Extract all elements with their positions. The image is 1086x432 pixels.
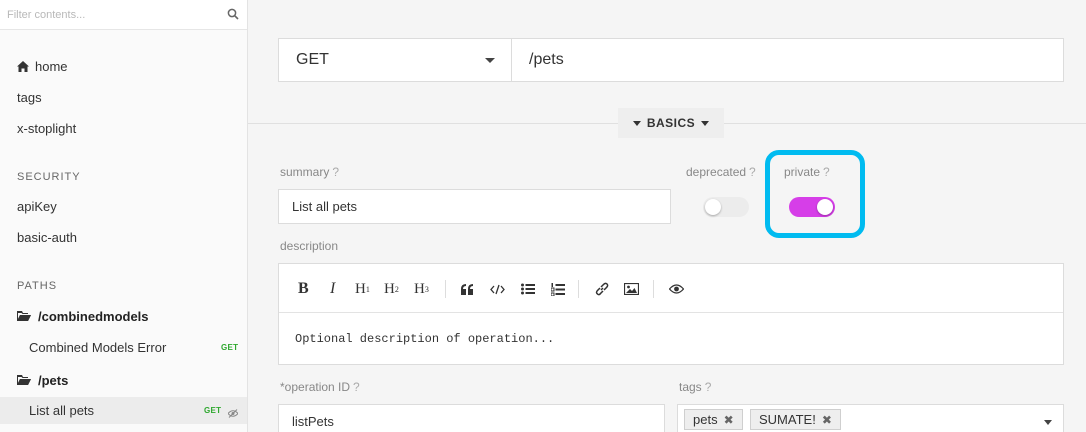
security-item-apikey[interactable]: apiKey: [17, 199, 57, 214]
description-textarea[interactable]: Optional description of operation...: [295, 332, 554, 346]
nav-tags-label: tags: [17, 90, 42, 105]
method-select[interactable]: GET: [279, 39, 512, 81]
heading2-sub: 2: [394, 284, 399, 294]
nav-home-label: home: [35, 59, 68, 74]
help-icon[interactable]: ?: [332, 165, 339, 179]
deprecated-toggle[interactable]: [703, 197, 749, 217]
highlight-annotation: [765, 150, 865, 238]
heading3-sub: 3: [424, 284, 429, 294]
path-group-pets[interactable]: /pets: [17, 373, 68, 388]
description-label: description: [280, 239, 339, 253]
nav-tags[interactable]: tags: [17, 90, 42, 105]
path-group-label: /pets: [38, 373, 69, 388]
method-badge: GET: [221, 343, 239, 352]
tag-chip: SUMATE! ✖: [750, 409, 841, 430]
filter-input[interactable]: [0, 0, 220, 29]
heading3-button[interactable]: H3: [414, 280, 429, 298]
heading1-label: H: [355, 280, 366, 297]
operation-id-input[interactable]: listPets: [278, 404, 665, 432]
summary-label-text: summary: [280, 165, 330, 179]
operation-id-value: listPets: [292, 413, 334, 429]
numbered-list-icon: [551, 282, 565, 296]
operation-list-all-pets[interactable]: List all pets GET: [0, 397, 247, 424]
folder-open-icon: [17, 375, 31, 386]
link-button[interactable]: [595, 280, 609, 298]
basics-section-toggle[interactable]: BASICS: [618, 108, 724, 138]
tag-label: SUMATE!: [759, 412, 816, 427]
tag-chip: pets ✖: [684, 409, 743, 430]
operation-combined-models-error[interactable]: Combined Models Error GET: [0, 334, 247, 361]
security-item-label: apiKey: [17, 199, 57, 214]
path-group-combinedmodels[interactable]: /combinedmodels: [17, 309, 149, 324]
help-icon[interactable]: ?: [705, 380, 712, 394]
toolbar-separator: [578, 280, 579, 298]
code-icon: [490, 284, 505, 294]
tags-label: tags?: [679, 380, 711, 394]
remove-tag-icon[interactable]: ✖: [724, 413, 734, 427]
security-item-label: basic-auth: [17, 230, 77, 245]
description-editor: B I H1 H2 H3 Optional description of ope…: [278, 263, 1064, 365]
summary-input-value: List all pets: [292, 199, 358, 214]
image-button[interactable]: [624, 280, 639, 298]
preview-button[interactable]: [669, 280, 684, 298]
chevron-down-icon: [1044, 420, 1052, 425]
link-icon: [595, 282, 609, 296]
security-section-title: SECURITY: [17, 171, 81, 183]
image-icon: [624, 283, 639, 295]
security-item-basic-auth[interactable]: basic-auth: [17, 230, 77, 245]
request-bar: GET /pets: [278, 38, 1064, 82]
heading3-label: H: [414, 280, 425, 297]
quote-button[interactable]: [461, 280, 474, 298]
eye-slash-icon[interactable]: [227, 406, 239, 421]
nav-x-stoplight[interactable]: x-stoplight: [17, 121, 76, 136]
method-badge: GET: [204, 406, 222, 415]
eye-icon: [669, 284, 684, 294]
bullet-list-button[interactable]: [521, 280, 535, 298]
folder-open-icon: [17, 311, 31, 322]
filter-bar: [0, 0, 247, 30]
operation-id-label: *operation ID?: [280, 380, 360, 394]
summary-label: summary?: [280, 165, 339, 179]
operation-id-label-text: *operation ID: [280, 380, 351, 394]
editor-toolbar: B I H1 H2 H3: [279, 264, 1063, 313]
tag-label: pets: [693, 412, 718, 427]
caret-down-icon: [701, 120, 710, 126]
paths-section-title: PATHS: [17, 280, 58, 292]
deprecated-label: deprecated?: [686, 165, 756, 179]
bold-button[interactable]: B: [298, 280, 309, 298]
caret-down-icon: [632, 120, 641, 126]
help-icon[interactable]: ?: [353, 380, 360, 394]
basics-label: BASICS: [646, 116, 696, 130]
path-input-value: /pets: [529, 51, 564, 68]
numbered-list-button[interactable]: [551, 280, 565, 298]
operation-label: List all pets: [29, 403, 95, 418]
search-icon[interactable]: [227, 8, 239, 20]
bullet-list-icon: [521, 283, 535, 295]
toggle-knob: [705, 199, 721, 215]
nav-home[interactable]: home: [17, 59, 68, 74]
heading2-label: H: [384, 280, 395, 297]
method-select-value: GET: [296, 51, 329, 68]
home-icon: [17, 61, 29, 72]
code-button[interactable]: [490, 280, 505, 298]
path-input[interactable]: /pets: [513, 39, 564, 81]
heading2-button[interactable]: H2: [384, 280, 399, 298]
tags-label-text: tags: [679, 380, 702, 394]
tags-select[interactable]: pets ✖ SUMATE! ✖: [677, 404, 1064, 432]
path-group-label: /combinedmodels: [38, 309, 149, 324]
toolbar-separator: [445, 280, 446, 298]
operation-label: Combined Models Error: [29, 340, 167, 355]
sidebar: home tags x-stoplight SECURITY apiKey ba…: [0, 0, 248, 432]
help-icon[interactable]: ?: [749, 165, 756, 179]
heading1-sub: 1: [365, 284, 370, 294]
nav-x-stoplight-label: x-stoplight: [17, 121, 77, 136]
quote-icon: [461, 283, 473, 295]
remove-tag-icon[interactable]: ✖: [822, 413, 832, 427]
deprecated-label-text: deprecated: [686, 165, 747, 179]
italic-button[interactable]: I: [330, 280, 335, 298]
chevron-down-icon: [485, 58, 495, 63]
summary-input[interactable]: List all pets: [278, 189, 671, 224]
toolbar-separator: [653, 280, 654, 298]
heading1-button[interactable]: H1: [355, 280, 370, 298]
